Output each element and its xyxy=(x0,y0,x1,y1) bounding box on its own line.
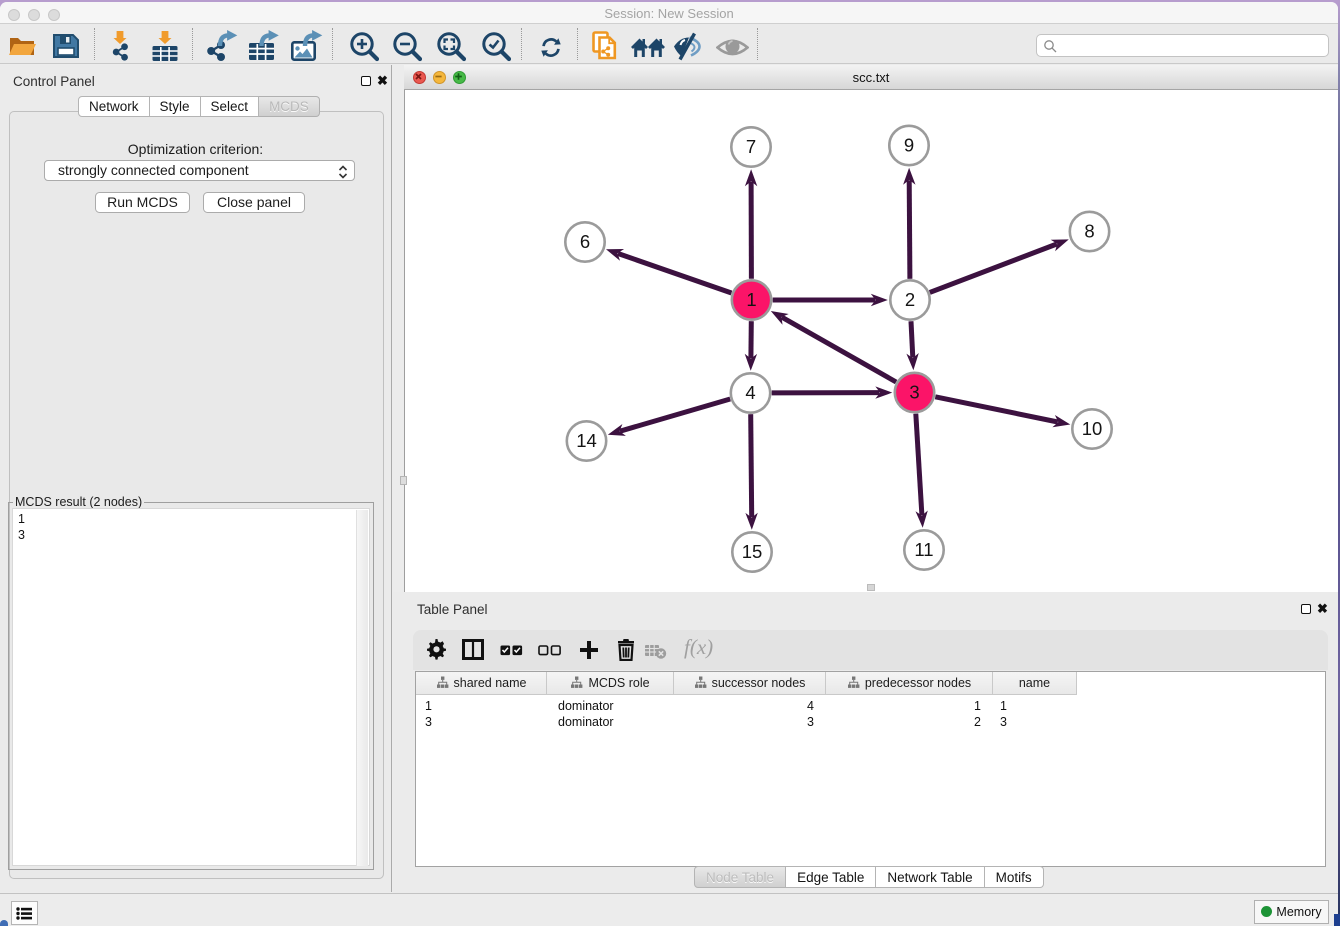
svg-text:3: 3 xyxy=(909,382,919,403)
svg-text:9: 9 xyxy=(904,135,914,156)
svg-text:4: 4 xyxy=(745,382,755,403)
svg-text:2: 2 xyxy=(905,289,915,310)
svg-text:10: 10 xyxy=(1082,418,1103,439)
svg-text:1: 1 xyxy=(746,289,756,310)
svg-text:8: 8 xyxy=(1084,221,1094,242)
svg-text:11: 11 xyxy=(914,539,933,560)
svg-text:7: 7 xyxy=(746,136,756,157)
svg-text:14: 14 xyxy=(576,430,597,451)
svg-text:6: 6 xyxy=(580,231,590,252)
svg-text:15: 15 xyxy=(742,541,763,562)
